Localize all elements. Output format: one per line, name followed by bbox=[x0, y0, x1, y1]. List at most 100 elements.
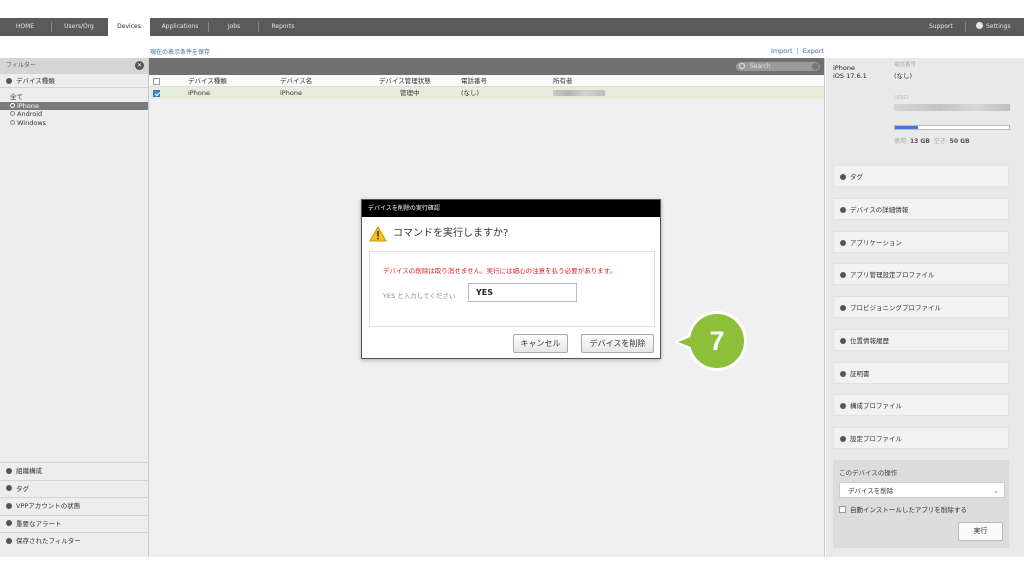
tab-jobs[interactable]: Jobs bbox=[210, 18, 258, 36]
section-label: タグ bbox=[16, 484, 29, 493]
section-app-config-profiles[interactable]: アプリ管理設定プロファイル bbox=[833, 263, 1009, 285]
filter-item-all[interactable]: 全て bbox=[0, 93, 148, 102]
filter-sidebar: フィルター ✕ デバイス種類 全て iPhone Android Windows… bbox=[0, 58, 149, 557]
delete-warning-text: デバイスの削除は取り消せません。実行には細心の注意を払う必要があります。 bbox=[383, 267, 616, 275]
filter-item-android[interactable]: Android bbox=[0, 110, 148, 119]
operation-selected: デバイスを削除 bbox=[848, 487, 894, 495]
section-label: 重要なアラート bbox=[16, 519, 62, 528]
bullet-icon bbox=[840, 370, 846, 377]
nav-separator bbox=[258, 22, 259, 32]
section-label: 設定プロファイル bbox=[850, 435, 902, 443]
section-applications[interactable]: アプリケーション bbox=[833, 231, 1009, 253]
device-operations: このデバイスの操作 デバイスを削除 ⌄ 自動インストールしたアプリを削除する 実… bbox=[833, 460, 1009, 548]
step-badge: 7 bbox=[674, 311, 747, 371]
filter-item-label: Windows bbox=[17, 118, 47, 127]
storage-bar bbox=[894, 125, 1010, 130]
search-placeholder: Search bbox=[750, 63, 771, 70]
bullet-icon bbox=[840, 304, 846, 311]
close-icon[interactable]: ✕ bbox=[135, 61, 144, 70]
tab-applications[interactable]: Applications bbox=[152, 18, 208, 36]
section-label: アプリ管理設定プロファイル bbox=[850, 271, 935, 279]
save-filter-link[interactable]: 現在の表示条件を保存 bbox=[150, 47, 210, 56]
search-input[interactable]: Search bbox=[736, 62, 820, 71]
delete-device-button[interactable]: デバイスを削除 bbox=[581, 334, 654, 353]
section-settings-profiles[interactable]: 設定プロファイル bbox=[833, 427, 1009, 449]
filter-header-label: フィルター bbox=[6, 62, 36, 69]
table-header: デバイス種類 デバイス名 デバイス管理状態 電話番号 所有者 bbox=[149, 75, 824, 87]
support-link[interactable]: Support bbox=[929, 18, 953, 36]
yes-confirm-input[interactable]: YES bbox=[468, 283, 577, 302]
device-summary: iPhone iOS 17.6.1 bbox=[833, 64, 867, 80]
dialog-body: デバイスの削除は取り消せません。実行には細心の注意を払う必要があります。 YES… bbox=[369, 251, 655, 327]
settings-link[interactable]: Settings bbox=[976, 18, 1011, 36]
device-name: iPhone bbox=[833, 64, 855, 72]
filter-item-label: iPhone bbox=[17, 101, 39, 110]
owner-redacted bbox=[553, 90, 605, 96]
section-label: デバイスの詳細情報 bbox=[850, 206, 909, 214]
sidebar-item-tag[interactable]: タグ bbox=[0, 479, 148, 498]
column-header-owner[interactable]: 所有者 bbox=[553, 75, 573, 87]
section-label: タグ bbox=[850, 173, 863, 181]
section-location-history[interactable]: 位置情報履歴 bbox=[833, 329, 1009, 351]
auto-install-checkbox[interactable]: 自動インストールしたアプリを削除する bbox=[839, 506, 967, 515]
section-device-details[interactable]: デバイスの詳細情報 bbox=[833, 198, 1009, 220]
section-label: アプリケーション bbox=[850, 239, 902, 247]
bullet-icon bbox=[840, 337, 846, 344]
run-button[interactable]: 実行 bbox=[958, 522, 1003, 541]
top-navigation-bar: HOME Users/Org Devices Applications Jobs… bbox=[0, 18, 1024, 36]
sidebar-item-saved-filters[interactable]: 保存されたフィルター bbox=[0, 532, 148, 550]
row-checkbox[interactable] bbox=[153, 90, 160, 97]
storage-free-label: 空き: bbox=[933, 138, 948, 145]
link-separator: | bbox=[796, 47, 799, 55]
section-label: 証明書 bbox=[850, 370, 870, 378]
cell-phone: (なし) bbox=[461, 89, 480, 97]
table-toolbar: Search bbox=[149, 58, 824, 75]
import-link[interactable]: Import bbox=[771, 47, 793, 55]
sidebar-item-vpp[interactable]: VPPアカウントの状態 bbox=[0, 497, 148, 515]
sidebar-bottom-sections: 組織構成 タグ VPPアカウントの状態 重要なアラート 保存されたフィルター bbox=[0, 462, 148, 550]
bullet-icon bbox=[840, 402, 846, 409]
storage-text: 使用: 13 GB 空き: 50 GB bbox=[894, 136, 970, 145]
column-header-type[interactable]: デバイス種類 bbox=[188, 75, 227, 87]
cell-device-name: iPhone bbox=[280, 89, 302, 97]
table-row[interactable]: iPhone iPhone 管理中 (なし) bbox=[149, 87, 824, 99]
column-header-name[interactable]: デバイス名 bbox=[280, 75, 312, 87]
device-detail-panel: iPhone iOS 17.6.1 電話番号 (なし) UDID 使用: 13 … bbox=[826, 58, 1024, 557]
clear-search-icon[interactable] bbox=[812, 63, 819, 70]
select-all-checkbox[interactable] bbox=[153, 78, 160, 85]
bullet-icon bbox=[840, 271, 846, 278]
operation-select[interactable]: デバイスを削除 ⌄ bbox=[839, 482, 1005, 498]
export-link[interactable]: Export bbox=[803, 47, 824, 55]
phone-value: (なし) bbox=[894, 72, 913, 80]
section-tag[interactable]: タグ bbox=[833, 165, 1009, 187]
chevron-down-icon: ⌄ bbox=[993, 487, 999, 495]
device-type-label: デバイス種類 bbox=[16, 77, 55, 85]
column-header-phone[interactable]: 電話番号 bbox=[461, 75, 487, 87]
bullet-icon bbox=[6, 467, 12, 474]
filter-item-iphone[interactable]: iPhone bbox=[0, 101, 148, 110]
sidebar-item-alerts[interactable]: 重要なアラート bbox=[0, 514, 148, 533]
section-label: 組織構成 bbox=[16, 467, 42, 475]
device-type-section[interactable]: デバイス種類 bbox=[0, 74, 148, 88]
section-config-profiles[interactable]: 構成プロファイル bbox=[833, 394, 1009, 416]
cell-status: 管理中 bbox=[400, 89, 420, 97]
phone-label: 電話番号 bbox=[894, 62, 917, 68]
tab-devices[interactable]: Devices bbox=[108, 18, 150, 36]
storage-bar-fill bbox=[895, 126, 918, 129]
section-label: 保存されたフィルター bbox=[16, 537, 81, 545]
tab-reports[interactable]: Reports bbox=[260, 18, 306, 36]
tab-users-org[interactable]: Users/Org bbox=[52, 18, 106, 36]
column-header-status[interactable]: デバイス管理状態 bbox=[379, 75, 431, 87]
bullet-icon bbox=[840, 173, 846, 180]
device-os: iOS 17.6.1 bbox=[833, 72, 867, 80]
cancel-button[interactable]: キャンセル bbox=[513, 334, 568, 353]
filter-item-windows[interactable]: Windows bbox=[0, 119, 148, 128]
section-provisioning-profiles[interactable]: プロビジョニングプロファイル bbox=[833, 296, 1009, 318]
udid-label: UDID bbox=[894, 95, 909, 101]
sidebar-item-org[interactable]: 組織構成 bbox=[0, 462, 148, 480]
tab-home[interactable]: HOME bbox=[0, 18, 50, 36]
bullet-icon bbox=[840, 206, 846, 213]
checkbox-icon bbox=[839, 506, 846, 513]
dialog-title: デバイスを削除の実行確認 bbox=[362, 200, 660, 217]
section-certificates[interactable]: 証明書 bbox=[833, 362, 1009, 384]
